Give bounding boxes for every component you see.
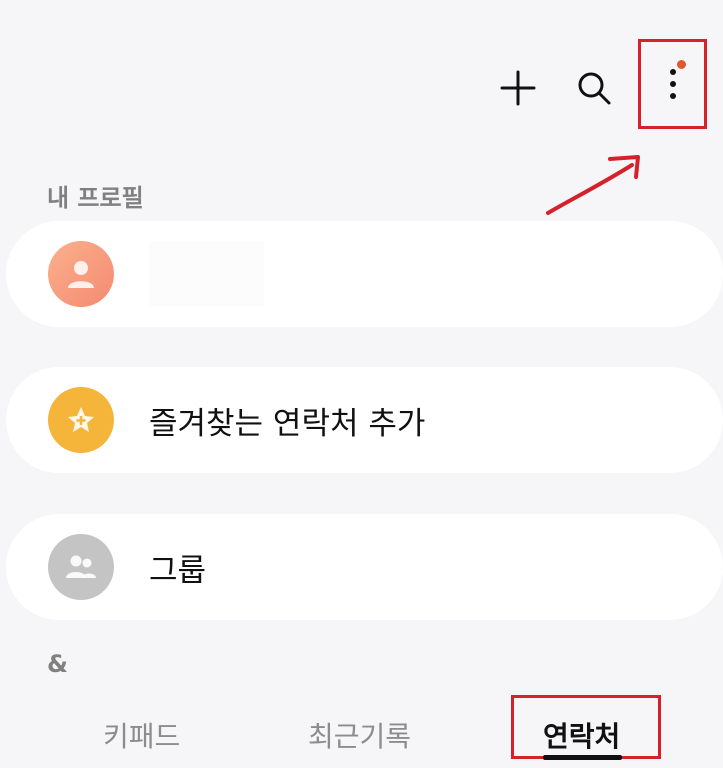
profile-avatar bbox=[48, 241, 114, 307]
search-icon bbox=[578, 72, 611, 105]
groups-card[interactable]: 그룹 bbox=[6, 514, 723, 620]
add-contact-button[interactable] bbox=[490, 60, 546, 116]
groups-avatar bbox=[48, 534, 114, 600]
people-icon bbox=[66, 555, 96, 578]
tab-keypad[interactable]: 키패드 bbox=[103, 715, 180, 755]
tab-recents[interactable]: 최근기록 bbox=[308, 715, 411, 755]
person-icon bbox=[68, 261, 94, 288]
index-header: & bbox=[47, 650, 68, 678]
groups-label: 그룹 bbox=[149, 552, 207, 589]
star-icon bbox=[68, 407, 94, 432]
favorites-avatar bbox=[48, 387, 114, 453]
bottom-tab-bar: 키패드 최근기록 연락처 bbox=[0, 695, 723, 768]
red-arrow-annotation bbox=[546, 155, 640, 215]
plus-icon bbox=[500, 70, 536, 106]
favorites-label: 즐겨찾는 연락처 추가 bbox=[149, 405, 426, 442]
add-favorite-contacts-card[interactable]: 즐겨찾는 연락처 추가 bbox=[6, 367, 723, 473]
more-options-button[interactable] bbox=[638, 39, 707, 129]
active-tab-indicator bbox=[543, 755, 622, 760]
my-profile-card[interactable] bbox=[6, 221, 723, 327]
tab-contacts[interactable]: 연락처 bbox=[543, 715, 620, 755]
more-vertical-icon bbox=[669, 69, 676, 99]
profile-name-redacted bbox=[149, 242, 264, 306]
my-profile-label: 내 프로필 bbox=[47, 184, 144, 212]
notification-badge bbox=[677, 60, 686, 69]
search-button[interactable] bbox=[566, 60, 622, 116]
